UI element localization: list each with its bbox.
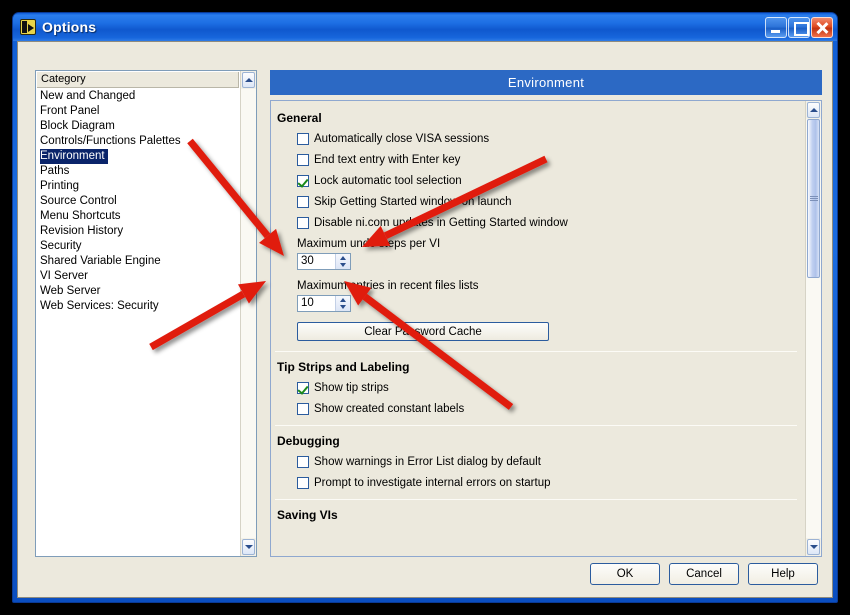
clear-password-cache-button[interactable]: Clear Password Cache — [297, 322, 549, 341]
sidebar-item-environment[interactable]: Environment — [40, 149, 108, 164]
undo-steps-increment-icon[interactable] — [336, 254, 350, 262]
category-list-header: Category — [37, 72, 239, 88]
sidebar-item-front-panel[interactable]: Front Panel — [36, 104, 240, 119]
recent-files-stepper[interactable]: 10 — [297, 295, 351, 312]
checkbox-unchecked-icon[interactable] — [297, 477, 309, 489]
undo-steps-spin-buttons[interactable] — [335, 254, 350, 269]
section-title-debugging: Debugging — [277, 434, 340, 448]
checkbox-unchecked-icon[interactable] — [297, 403, 309, 415]
checkbox-label: End text entry with Enter key — [314, 154, 461, 166]
close-button[interactable] — [811, 16, 833, 38]
recent-files-spin-buttons[interactable] — [335, 296, 350, 311]
sidebar-item-web-services-security[interactable]: Web Services: Security — [36, 299, 240, 314]
checkbox-unchecked-icon[interactable] — [297, 133, 309, 145]
checkbox-label: Show tip strips — [314, 382, 389, 394]
recent-files-label: Maximum entries in recent files lists — [297, 280, 479, 292]
checkbox-unchecked-icon[interactable] — [297, 154, 309, 166]
checkbox-label: Automatically close VISA sessions — [314, 133, 490, 145]
minimize-button[interactable] — [765, 16, 787, 38]
labview-vi-icon — [20, 19, 36, 35]
checkbox-label: Show warnings in Error List dialog by de… — [314, 456, 541, 468]
section-title-tips: Tip Strips and Labeling — [277, 360, 410, 374]
window-title: Options — [42, 19, 97, 35]
checkbox-label: Skip Getting Started window on launch — [314, 196, 512, 208]
options-dialog-window: Options Category New and Changed Front Pa… — [12, 12, 838, 603]
title-bar[interactable]: Options — [13, 13, 837, 41]
settings-scroll-area: General Automatically close VISA session… — [271, 101, 805, 556]
settings-scrollbar[interactable] — [805, 101, 821, 556]
help-button[interactable]: Help — [748, 563, 818, 585]
sidebar-item-vi-server[interactable]: VI Server — [36, 269, 240, 284]
category-list-panel: Category New and Changed Front Panel Block… — [35, 70, 257, 557]
debugging-checkbox-group: Show warnings in Error List dialog by de… — [271, 456, 805, 489]
undo-steps-stepper[interactable]: 30 — [297, 253, 351, 270]
sidebar-item-shared-variable-engine[interactable]: Shared Variable Engine — [36, 254, 240, 269]
sidebar-item-source-control[interactable]: Source Control — [36, 194, 240, 209]
settings-scroll-up-icon[interactable] — [807, 102, 820, 118]
dialog-client-area: Category New and Changed Front Panel Block… — [17, 41, 833, 598]
checkbox-unchecked-icon[interactable] — [297, 196, 309, 208]
divider-after-tips — [275, 425, 797, 426]
undo-steps-decrement-icon[interactable] — [336, 262, 350, 270]
sidebar-item-printing[interactable]: Printing — [36, 179, 240, 194]
checkbox-label: Lock automatic tool selection — [314, 175, 462, 187]
checkbox-row[interactable]: Show warnings in Error List dialog by de… — [297, 456, 805, 468]
sidebar-item-revision-history[interactable]: Revision History — [36, 224, 240, 239]
settings-scroll-track[interactable] — [806, 119, 821, 538]
sidebar-item-row[interactable]: Environment — [36, 149, 240, 164]
general-checkbox-group: Automatically close VISA sessions End tex… — [271, 133, 805, 229]
checkbox-checked-icon[interactable] — [297, 382, 309, 394]
sidebar-item-web-server[interactable]: Web Server — [36, 284, 240, 299]
sidebar-item-security[interactable]: Security — [36, 239, 240, 254]
content-header-title: Environment — [270, 70, 822, 95]
category-scrollbar[interactable] — [240, 71, 256, 556]
settings-scroll-down-icon[interactable] — [807, 539, 820, 555]
checkbox-row[interactable]: Show tip strips — [297, 382, 805, 394]
checkbox-checked-icon[interactable] — [297, 175, 309, 187]
category-scroll-up-icon[interactable] — [242, 72, 255, 88]
category-list[interactable]: Category New and Changed Front Panel Block… — [36, 71, 240, 556]
sidebar-item-paths[interactable]: Paths — [36, 164, 240, 179]
sidebar-item-controls-functions-palettes[interactable]: Controls/Functions Palettes — [36, 134, 240, 149]
section-title-general: General — [277, 111, 322, 125]
checkbox-row[interactable]: Automatically close VISA sessions — [297, 133, 805, 145]
settings-panel: General Automatically close VISA session… — [270, 100, 822, 557]
section-title-saving: Saving VIs — [277, 508, 338, 522]
checkbox-row[interactable]: Disable ni.com updates in Getting Starte… — [297, 217, 805, 229]
checkbox-unchecked-icon[interactable] — [297, 217, 309, 229]
settings-scroll-thumb[interactable] — [807, 119, 820, 279]
category-scroll-track[interactable] — [241, 89, 256, 538]
undo-steps-label: Maximum undo steps per VI — [297, 238, 441, 250]
undo-steps-value[interactable]: 30 — [298, 254, 335, 269]
checkbox-label: Prompt to investigate internal errors on… — [314, 477, 551, 489]
checkbox-label: Disable ni.com updates in Getting Starte… — [314, 217, 568, 229]
checkbox-row[interactable]: Prompt to investigate internal errors on… — [297, 477, 805, 489]
tips-checkbox-group: Show tip strips Show created constant lab… — [271, 382, 805, 415]
checkbox-row[interactable]: Show created constant labels — [297, 403, 805, 415]
checkbox-label: Show created constant labels — [314, 403, 465, 415]
category-scroll-down-icon[interactable] — [242, 539, 255, 555]
checkbox-row[interactable]: Skip Getting Started window on launch — [297, 196, 805, 208]
cancel-button[interactable]: Cancel — [669, 563, 739, 585]
checkbox-row[interactable]: Lock automatic tool selection — [297, 175, 805, 187]
recent-files-increment-icon[interactable] — [336, 296, 350, 304]
sidebar-item-new-and-changed[interactable]: New and Changed — [36, 89, 240, 104]
recent-files-value[interactable]: 10 — [298, 296, 335, 311]
divider-after-debugging — [275, 499, 797, 500]
ok-button[interactable]: OK — [590, 563, 660, 585]
checkbox-unchecked-icon[interactable] — [297, 456, 309, 468]
maximize-button[interactable] — [788, 16, 810, 38]
sidebar-item-block-diagram[interactable]: Block Diagram — [36, 119, 240, 134]
divider-after-general — [275, 351, 797, 352]
recent-files-decrement-icon[interactable] — [336, 304, 350, 312]
checkbox-row[interactable]: End text entry with Enter key — [297, 154, 805, 166]
sidebar-item-menu-shortcuts[interactable]: Menu Shortcuts — [36, 209, 240, 224]
